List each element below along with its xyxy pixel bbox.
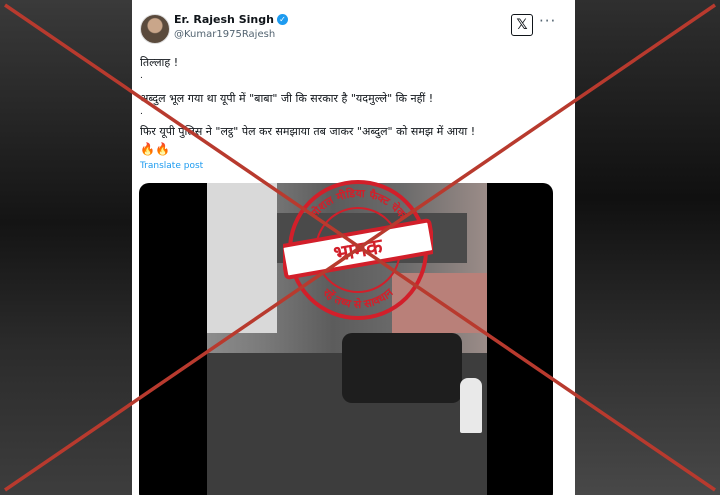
author-handle[interactable]: @Kumar1975Rajesh xyxy=(174,29,275,40)
scene-person xyxy=(460,378,482,433)
translate-post-link[interactable]: Translate post xyxy=(140,161,203,171)
background-blur-right xyxy=(575,0,720,495)
misleading-stamp: सोशल मीडिया फैक्ट चेक रहें तथ्य से सावधा… xyxy=(283,180,433,320)
author-name-text[interactable]: Er. Rajesh Singh xyxy=(174,13,274,26)
x-logo-icon[interactable]: 𝕏 xyxy=(511,14,533,36)
fire-emoji: 🔥🔥 xyxy=(140,142,170,156)
post-text-line-3: फिर यूपी पुलिस ने "लट्ठ" पेल कर समझाया त… xyxy=(140,125,476,138)
stamp-bottom-text: रहें तथ्य से सावधान xyxy=(320,286,396,312)
post-text-line-1: तिल्लाह ! xyxy=(140,56,179,69)
verified-badge-icon: ✓ xyxy=(276,14,288,25)
scene-motorbikes xyxy=(342,333,462,403)
more-options-icon[interactable]: ··· xyxy=(539,12,556,30)
author-name[interactable]: Er. Rajesh Singh ✓ xyxy=(174,13,288,26)
background-blur-left xyxy=(0,0,135,495)
post-text-dot-2: . xyxy=(140,107,143,117)
scene-wall xyxy=(207,183,277,333)
post-text-dot-1: . xyxy=(140,71,143,81)
avatar[interactable] xyxy=(140,14,170,44)
post-text-line-2: अब्दुल भूल गया था यूपी में "बाबा" जी कि … xyxy=(140,92,434,105)
